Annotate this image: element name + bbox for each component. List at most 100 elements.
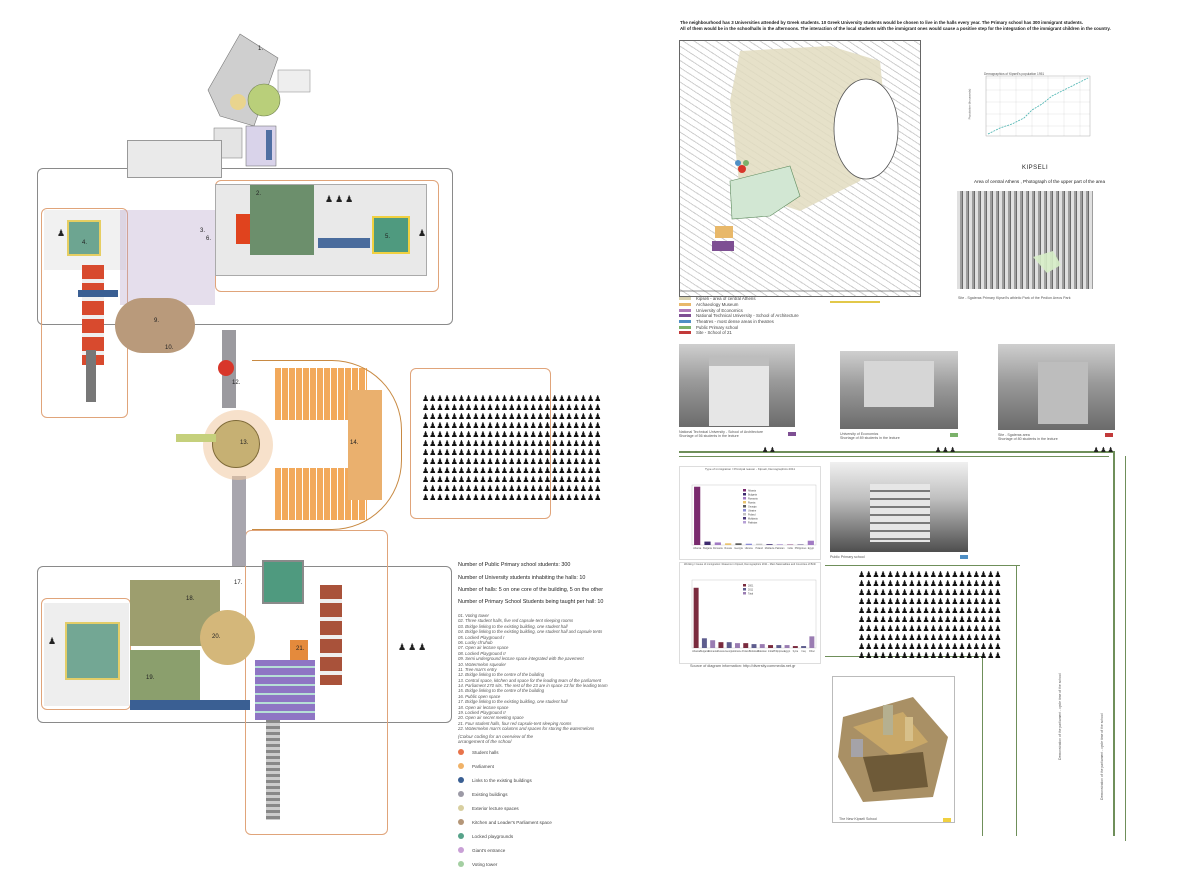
bar (694, 588, 699, 648)
plot-frame (692, 580, 816, 648)
person-icon: ♟ (515, 466, 522, 475)
person-icon: ♟ (530, 439, 537, 448)
person-icon: ♟ (966, 624, 973, 633)
kipseli-title: KIPSELI (1022, 165, 1048, 171)
map-key-label: Theatres - most dense areas in theatres (696, 319, 774, 324)
person-icon: ♟ (958, 606, 965, 615)
person-icon: ♟ (937, 597, 944, 606)
person-icon: ♟ (501, 439, 508, 448)
person-icon: ♟ (451, 448, 458, 457)
person-icon: ♟ (901, 633, 908, 642)
person-icon: ♟ (522, 457, 529, 466)
person-icon: ♟ (522, 484, 529, 493)
person-icon: ♟ (951, 597, 958, 606)
person-icon: ♟ (551, 439, 558, 448)
legend-swatch (743, 497, 746, 500)
person-icon: ♟ (994, 633, 1001, 642)
person-icon: ♟ (422, 394, 429, 403)
person-icon: ♟ (587, 448, 594, 457)
person-icon: ♟ (544, 421, 551, 430)
legend-label: Poland (748, 513, 756, 516)
person-icon: ♟ (451, 457, 458, 466)
bar (768, 645, 773, 648)
person-icon: ♟ (494, 484, 501, 493)
category-label: Pakistan (775, 547, 785, 550)
colour-legend-item: Exterior lecture spaces (458, 801, 552, 815)
person-icon: ♟ (465, 448, 472, 457)
red-tent-mid (218, 360, 234, 376)
person-icon: ♟ (915, 624, 922, 633)
person-icon: ♟ (923, 606, 930, 615)
person-icon: ♟ (436, 493, 443, 502)
legend-label: Romania (748, 497, 758, 500)
person-icon: ♟ (594, 448, 601, 457)
person-icon: ♟ (465, 412, 472, 421)
person-icon: ♟ (980, 615, 987, 624)
person-icon: ♟ (894, 624, 901, 633)
model-caption: The New Kipseli School (839, 817, 877, 822)
person-icon: ♟ (558, 430, 565, 439)
person-icon: ♟ (487, 421, 494, 430)
person-icon: ♟ (465, 394, 472, 403)
person-icon: ♟ (594, 394, 601, 403)
person-icon: ♟ (930, 588, 937, 597)
person-icon: ♟ (558, 403, 565, 412)
area-map-overlay (680, 41, 920, 296)
person-icon: ♟ (565, 412, 572, 421)
person-icon: ♟ (487, 394, 494, 403)
person-marker-lower-a: ♟ (48, 636, 56, 647)
person-icon: ♟ (558, 421, 565, 430)
kipseli-photo-caption: Site - Sgaleras Primary Kipseli's athlet… (958, 296, 1071, 301)
person-icon: ♟ (923, 615, 930, 624)
person-icon: ♟ (522, 448, 529, 457)
person-icon: ♟ (966, 651, 973, 660)
person-icon: ♟ (901, 642, 908, 651)
person-icon: ♟ (580, 484, 587, 493)
legend-label: Albania (748, 489, 757, 492)
person-icon: ♟ (994, 624, 1001, 633)
person-icon: ♟ (515, 439, 522, 448)
person-icon: ♟ (508, 448, 515, 457)
person-icon: ♟ (573, 421, 580, 430)
person-icon: ♟ (887, 606, 894, 615)
person-icon: ♟ (580, 448, 587, 457)
person-icon: ♟ (487, 439, 494, 448)
category-label: Philippines (795, 547, 807, 550)
person-icon: ♟ (515, 394, 522, 403)
plan-label-20: 20. (212, 634, 220, 640)
person-icon: ♟ (880, 615, 887, 624)
person-icon: ♟ (973, 597, 980, 606)
colour-swatch (458, 833, 464, 839)
person-icon: ♟ (444, 493, 451, 502)
person-icon: ♟ (930, 579, 937, 588)
immigrant-people-grid: ♟♟♟♟♟♟♟♟♟♟♟♟♟♟♟♟♟♟♟♟♟♟♟♟♟♟♟♟♟♟♟♟♟♟♟♟♟♟♟♟… (858, 570, 968, 660)
category-label: Egypt (808, 547, 814, 550)
person-icon: ♟ (501, 394, 508, 403)
colour-swatch (458, 861, 464, 867)
person-icon: ♟ (923, 633, 930, 642)
person-icon: ♟ (937, 588, 944, 597)
person-icon: ♟ (429, 403, 436, 412)
watermelon-col (86, 350, 96, 402)
person-icon: ♟ (915, 579, 922, 588)
person-icon: ♟ (530, 457, 537, 466)
person-icon: ♟ (458, 493, 465, 502)
students-people-grid: ♟♟♟♟♟♟♟♟♟♟♟♟♟♟♟♟♟♟♟♟♟♟♟♟♟♟♟♟♟♟♟♟♟♟♟♟♟♟♟♟… (422, 394, 540, 502)
person-icon: ♟ (544, 457, 551, 466)
plan-label-4: 4. (82, 240, 87, 246)
person-icon: ♟ (565, 394, 572, 403)
bar (777, 544, 783, 545)
person-icon: ♟ (515, 403, 522, 412)
legend-label: Georgia (748, 505, 757, 508)
connector-top (679, 451, 1115, 453)
person-icon: ♟ (537, 466, 544, 475)
photo-1-building (709, 356, 769, 426)
photo-3-tag (1105, 433, 1113, 437)
person-icon: ♟ (901, 579, 908, 588)
person-icon: ♟ (501, 403, 508, 412)
person-icon: ♟ (558, 475, 565, 484)
person-icon: ♟ (573, 430, 580, 439)
person-icon: ♟ (479, 421, 486, 430)
person-icon: ♟ (872, 633, 879, 642)
person-icon: ♟ (465, 466, 472, 475)
